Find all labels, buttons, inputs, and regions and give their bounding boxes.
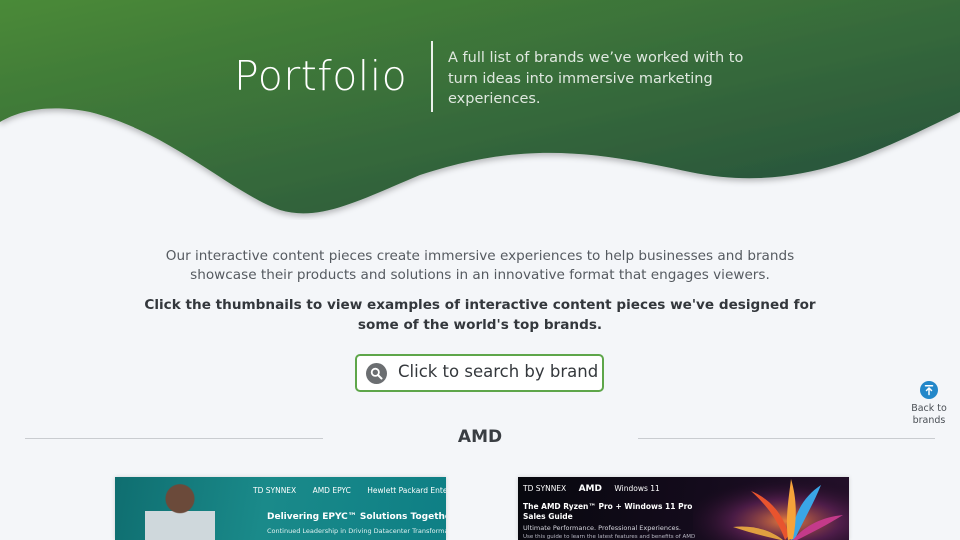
portfolio-thumbnail[interactable]: TD SYNNEX AMD EPYC Hewlett Packard Enter… bbox=[115, 477, 446, 540]
section-heading: AMD bbox=[457, 427, 503, 447]
brand-logo: AMD bbox=[578, 484, 602, 494]
brand-logo: TD SYNNEX bbox=[253, 486, 297, 495]
portfolio-thumbnail[interactable]: TD SYNNEX AMD Windows 11 The AMD Ryzen™ … bbox=[518, 477, 849, 540]
arrow-up-to-top-icon bbox=[920, 381, 938, 399]
thumbnail-subline: Ultimate Performance. Professional Exper… bbox=[523, 524, 681, 532]
person-photo bbox=[145, 481, 215, 540]
hero-banner bbox=[0, 0, 960, 214]
brand-logo: Hewlett Packard Enterprise bbox=[367, 486, 446, 495]
hero-subtitle: A full list of brands we’ve worked with … bbox=[448, 50, 744, 107]
back-to-brands-label: Back to brands bbox=[911, 403, 947, 426]
brand-logo: TD SYNNEX bbox=[523, 484, 567, 493]
intro-text: Our interactive content pieces create im… bbox=[165, 248, 795, 283]
page-title: Portfolio bbox=[234, 52, 408, 100]
thumbnail-brand-bar: TD SYNNEX AMD Windows 11 bbox=[523, 484, 670, 494]
back-to-brands-button[interactable]: Back to brands bbox=[904, 381, 954, 427]
thumbnail-subline: Continued Leadership in Driving Datacent… bbox=[267, 527, 446, 535]
thumbnail-headline: The AMD Ryzen™ Pro + Windows 11 Pro Sale… bbox=[523, 502, 693, 521]
section-divider-right bbox=[638, 438, 935, 439]
abstract-flower-artwork bbox=[693, 477, 849, 540]
thumbnail-body: Use this guide to learn the latest featu… bbox=[523, 534, 696, 540]
hero-divider bbox=[431, 41, 433, 112]
brand-logo: AMD EPYC bbox=[312, 486, 351, 495]
thumbnail-headline: Delivering EPYC™ Solutions Together bbox=[267, 512, 446, 522]
search-icon bbox=[366, 363, 387, 384]
thumbnail-brand-bar: TD SYNNEX AMD EPYC Hewlett Packard Enter… bbox=[253, 486, 446, 495]
cta-text: Click the thumbnails to view examples of… bbox=[144, 297, 816, 333]
brand-logo: Windows 11 bbox=[614, 484, 660, 493]
search-by-brand-button[interactable]: Click to search by brand bbox=[355, 354, 604, 392]
search-by-brand-label: Click to search by brand bbox=[398, 362, 599, 381]
section-divider-left bbox=[25, 438, 323, 439]
